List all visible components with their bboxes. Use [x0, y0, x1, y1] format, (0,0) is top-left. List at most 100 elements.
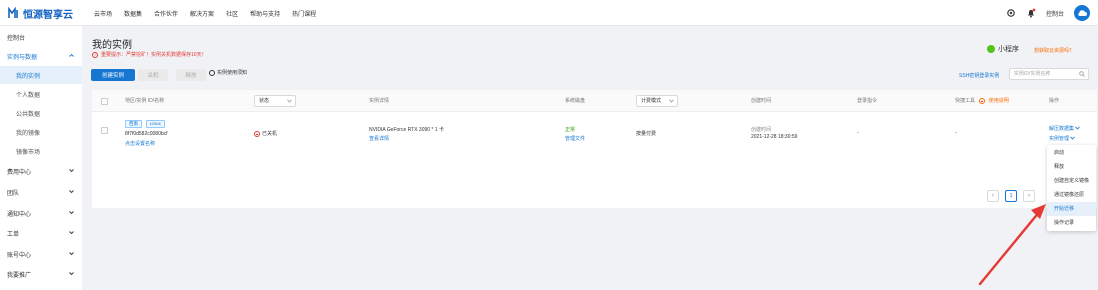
instance-manage-dropdown[interactable]: 实例管理	[1049, 135, 1076, 142]
avatar[interactable]	[1074, 5, 1090, 21]
manage-files-link[interactable]: 管理文件	[565, 135, 585, 142]
bell-icon[interactable]	[1026, 8, 1036, 18]
menu-item-create-custom-image[interactable]: 创建自定义镜像	[1047, 174, 1096, 188]
check-icon	[987, 45, 995, 53]
nav-item-datasets[interactable]: 数据集	[124, 9, 142, 18]
status-filter-label: 状态	[259, 98, 270, 104]
settings-icon[interactable]	[1006, 8, 1016, 18]
gpu-spec: NVIDIA GeForce RTX 3090 * 1 卡	[369, 127, 444, 133]
chevron-down-icon	[69, 231, 74, 235]
sidebar-item-account[interactable]: 账号中心	[0, 245, 82, 263]
mini-program-label: 小程序	[998, 46, 1019, 53]
usage-guide-link[interactable]: 使用说明	[989, 98, 1009, 104]
sidebar-item-label: 实例与数据	[7, 54, 38, 61]
chevron-down-icon	[1070, 136, 1076, 140]
search-input[interactable]: 实例ID/实例名称	[1009, 68, 1089, 80]
sidebar-item-label: 我的镜像	[16, 130, 41, 137]
sidebar-item-label: 账号中心	[7, 252, 32, 259]
main-nav: 云市场 数据集 合作伙伴 解决方案 社区 帮助与支持 热门课程	[94, 0, 328, 26]
status-text: 已关机	[262, 131, 278, 137]
brand-logo[interactable]: 恒源智享云	[8, 6, 73, 21]
column-header-actions: 操作	[1049, 98, 1060, 104]
resource-ask-link[interactable]: 想获取云资源吗？	[1034, 47, 1074, 54]
chevron-down-icon	[69, 211, 74, 215]
sidebar-item-my-images[interactable]: 我的镜像	[0, 123, 82, 141]
menu-item-operation-log[interactable]: 操作记录	[1047, 216, 1096, 230]
sidebar-item-console[interactable]: 控制台	[0, 28, 82, 46]
sidebar-item-team[interactable]: 团队	[0, 183, 82, 201]
chevron-down-icon	[669, 99, 674, 103]
disk-status: 正常	[565, 127, 576, 133]
sidebar-item-label: 费用中心	[7, 169, 32, 176]
console-link[interactable]: 控制台	[1046, 9, 1064, 18]
unzip-dataset-dropdown[interactable]: 解压数据集	[1049, 125, 1081, 132]
instance-id: 8f7f0d582c0080bcf	[125, 131, 168, 137]
sidebar-item-tickets[interactable]: 工单	[0, 224, 82, 242]
column-header-login: 登录指令	[857, 98, 878, 104]
instance-manage-menu: 启动 释放 创建自定义镜像 通过镜像还原 开始迁移 操作记录	[1047, 145, 1096, 231]
nav-item-community[interactable]: 社区	[226, 9, 238, 18]
chevron-down-icon	[69, 190, 74, 194]
brand-name: 恒源智享云	[23, 9, 73, 21]
sidebar-item-image-market[interactable]: 镜像市场	[0, 142, 82, 160]
table-header	[92, 90, 1097, 112]
search-icon[interactable]	[1079, 71, 1085, 77]
page-number-button[interactable]: 1	[1005, 190, 1017, 202]
instance-manage-label: 实例管理	[1049, 136, 1070, 142]
menu-item-release[interactable]: 释放	[1047, 160, 1096, 174]
ssh-login-link[interactable]: SSH密钥登录实例	[959, 72, 999, 79]
status-filter-select[interactable]: 状态	[254, 95, 296, 107]
next-page-button[interactable]: >	[1023, 190, 1035, 202]
chevron-down-icon	[69, 252, 74, 256]
usage-notice-link[interactable]: 实例使用须知	[209, 69, 247, 76]
mini-program[interactable]: 小程序	[987, 44, 1019, 54]
nav-item-market[interactable]: 云市场	[94, 9, 112, 18]
billing-filter-select[interactable]: 计费模式	[636, 95, 678, 107]
menu-item-start[interactable]: 启动	[1047, 146, 1096, 160]
nav-item-partners[interactable]: 合作伙伴	[154, 9, 178, 18]
sidebar-item-billing[interactable]: 费用中心	[0, 162, 82, 180]
region-tag: 西南	[125, 120, 142, 128]
sidebar-item-my-instances[interactable]: 我的实例	[0, 66, 82, 84]
sidebar-item-label: 公共数据	[16, 111, 41, 118]
select-all-checkbox[interactable]	[101, 98, 108, 105]
sidebar-item-label: 个人数据	[16, 92, 41, 99]
sidebar-group-instances[interactable]: 实例与数据	[0, 47, 82, 65]
set-name-link[interactable]: 点击设置名称	[125, 140, 155, 147]
stopped-icon	[254, 130, 260, 137]
quick-tools-cell: -	[955, 130, 957, 136]
prev-page-button[interactable]: <	[987, 190, 999, 202]
chevron-up-icon	[69, 53, 74, 57]
cloud-icon	[1078, 10, 1087, 16]
nav-item-help[interactable]: 帮助与支持	[250, 9, 280, 18]
menu-item-restore-from-image[interactable]: 通过镜像还原	[1047, 188, 1096, 202]
row-checkbox[interactable]	[101, 127, 108, 134]
sidebar-item-label: 控制台	[7, 35, 26, 42]
clock-icon	[209, 69, 215, 76]
column-header-tools-label: 快捷工具	[955, 98, 976, 104]
top-right-tools: 控制台	[996, 0, 1090, 26]
sidebar-item-personal-data[interactable]: 个人数据	[0, 85, 82, 103]
menu-item-start-migration[interactable]: 开始迁移	[1047, 202, 1096, 216]
os-tag: Linux	[146, 120, 165, 128]
sidebar-item-label: 工单	[7, 231, 20, 238]
sidebar-item-label: 我的实例	[16, 73, 41, 80]
warning-icon: !	[92, 51, 98, 58]
sidebar-item-public-data[interactable]: 公共数据	[0, 104, 82, 122]
nav-item-solutions[interactable]: 解决方案	[190, 9, 214, 18]
sidebar-item-notifications[interactable]: 通知中心	[0, 204, 82, 222]
search-placeholder: 实例ID/实例名称	[1014, 71, 1051, 77]
release-button[interactable]: 释放	[176, 69, 206, 81]
create-instance-button[interactable]: 创建实例	[91, 69, 135, 81]
usage-notice-label: 实例使用须知	[217, 70, 248, 76]
shutdown-button[interactable]: 关机	[138, 69, 168, 81]
nav-item-courses[interactable]: 热门课程	[292, 9, 316, 18]
column-header-region: 地区/实例 ID/名称	[125, 98, 165, 104]
page-title: 我的实例	[92, 40, 132, 51]
column-header-created: 创建时间	[751, 98, 772, 104]
sidebar-item-label: 团队	[7, 190, 20, 197]
view-detail-link[interactable]: 查看详情	[369, 135, 389, 142]
help-icon	[979, 97, 986, 104]
chevron-down-icon	[287, 99, 292, 103]
sidebar-item-promotion[interactable]: 我要推广	[0, 265, 82, 283]
